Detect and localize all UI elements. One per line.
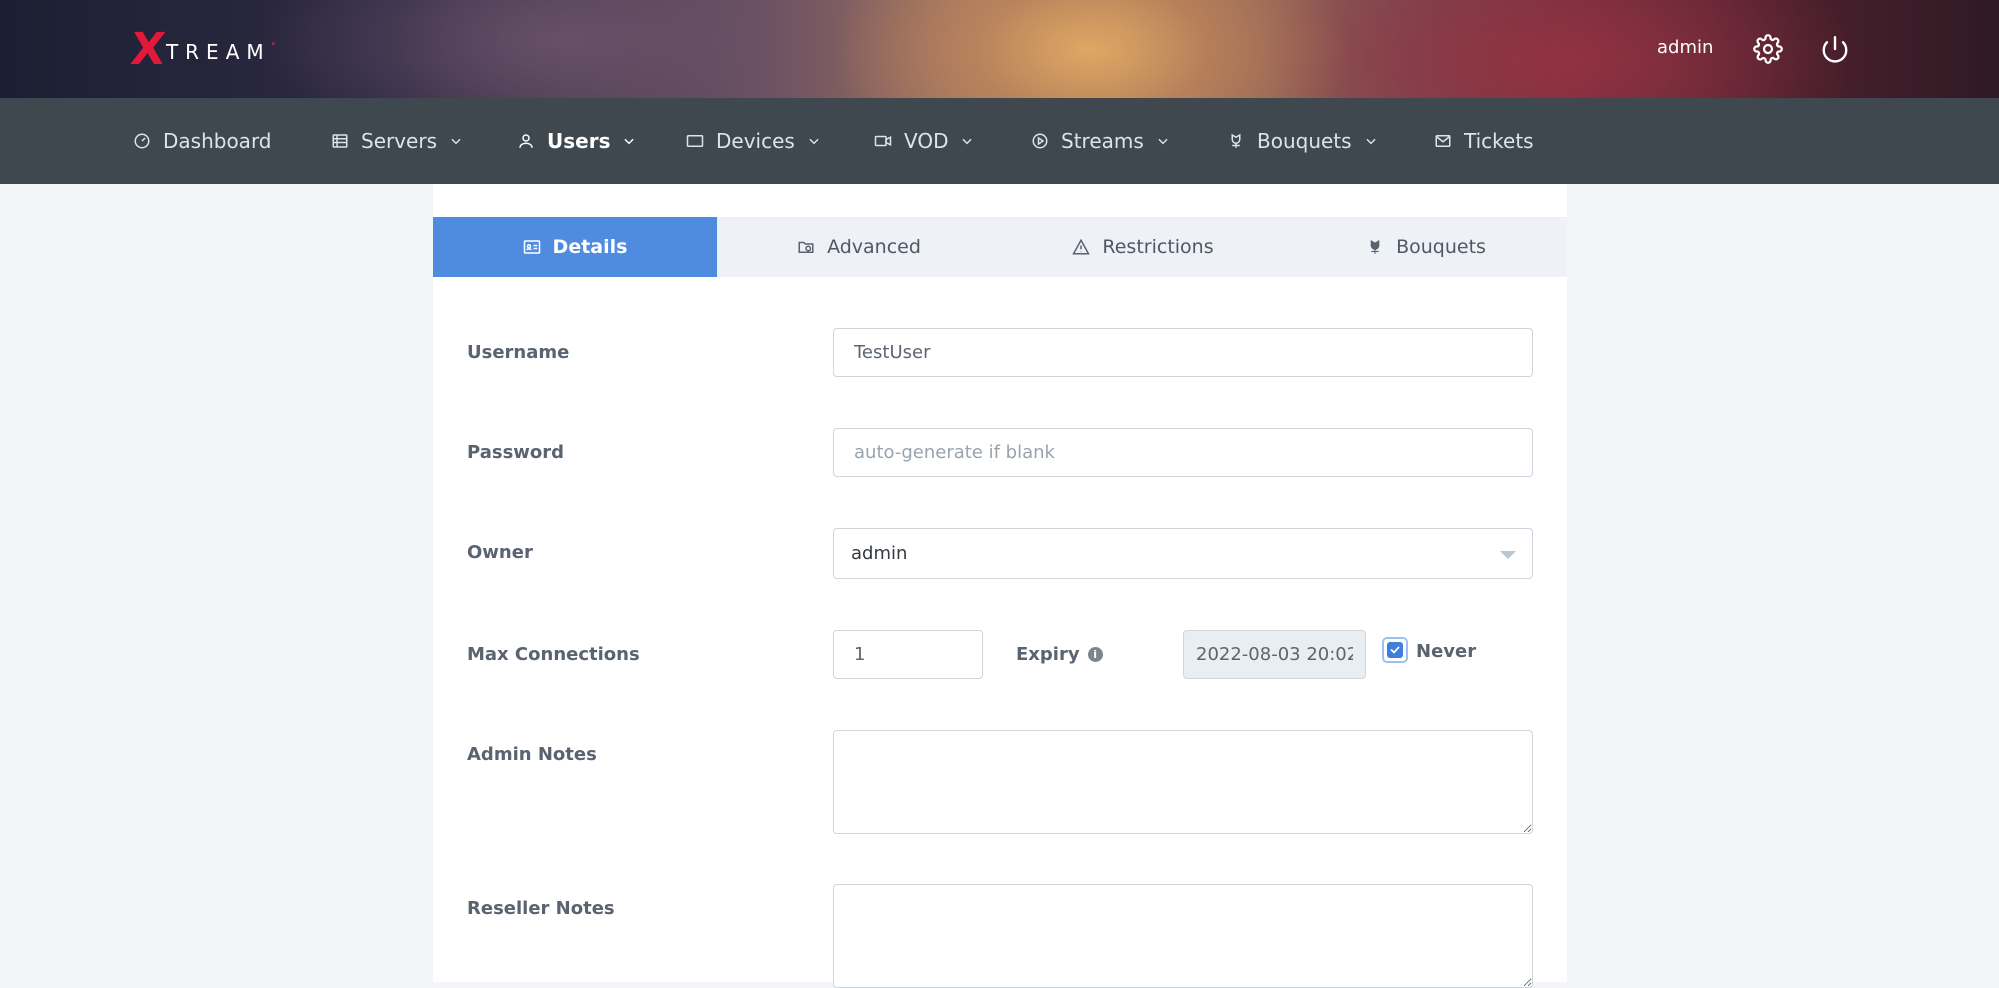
reseller-notes-textarea[interactable] xyxy=(833,884,1533,988)
chevron-down-icon xyxy=(960,134,974,148)
expiry-date-input[interactable] xyxy=(1183,630,1366,679)
user-form-card: Details Advanced Restrictions Bouquets U… xyxy=(433,184,1567,988)
nav-label-streams: Streams xyxy=(1061,129,1144,153)
nav-item-bouquets[interactable]: Bouquets xyxy=(1227,98,1378,184)
never-checkbox[interactable] xyxy=(1382,637,1408,663)
owner-selected-value: admin xyxy=(851,543,908,564)
tab-bouquets[interactable]: Bouquets xyxy=(1285,217,1567,277)
warning-icon xyxy=(1072,238,1091,256)
nav-label-vod: VOD xyxy=(904,129,949,153)
check-icon xyxy=(1390,646,1400,654)
flower-icon xyxy=(1366,238,1384,256)
nav-item-users[interactable]: Users xyxy=(517,98,636,184)
nav-label-dashboard: Dashboard xyxy=(163,129,272,153)
never-label[interactable]: Never xyxy=(1416,641,1476,662)
dropdown-arrow-icon xyxy=(1500,551,1516,559)
gear-icon[interactable] xyxy=(1753,34,1783,64)
reseller-notes-label: Reseller Notes xyxy=(467,898,615,919)
folder-icon xyxy=(797,238,815,256)
dashboard-icon xyxy=(133,132,151,150)
nav-label-tickets: Tickets xyxy=(1464,129,1534,153)
nav-item-streams[interactable]: Streams xyxy=(1031,98,1170,184)
max-connections-label: Max Connections xyxy=(467,644,640,665)
user-icon xyxy=(517,132,535,150)
chevron-down-icon xyxy=(1364,134,1378,148)
current-user-name[interactable]: admin xyxy=(1657,37,1713,58)
tab-label-details: Details xyxy=(552,236,628,258)
video-icon xyxy=(874,132,892,150)
mail-icon xyxy=(1434,132,1452,150)
tab-bar: Details Advanced Restrictions Bouquets xyxy=(433,217,1567,277)
nav-item-vod[interactable]: VOD xyxy=(874,98,974,184)
chevron-down-icon xyxy=(622,134,636,148)
play-icon xyxy=(1031,132,1049,150)
chevron-down-icon xyxy=(807,134,821,148)
username-input[interactable] xyxy=(833,328,1533,377)
expiry-label-text: Expiry xyxy=(1016,644,1080,665)
nav-label-bouquets: Bouquets xyxy=(1257,129,1352,153)
tab-label-bouquets: Bouquets xyxy=(1396,236,1486,258)
nav-item-servers[interactable]: Servers xyxy=(331,98,463,184)
max-connections-input[interactable] xyxy=(833,630,983,679)
expiry-label: Expiry i xyxy=(1016,644,1103,665)
top-banner: X TREAM • admin xyxy=(0,0,1999,98)
logo-text: TREAM xyxy=(165,40,271,64)
nav-label-servers: Servers xyxy=(361,129,438,153)
nav-label-users: Users xyxy=(547,129,611,153)
tab-label-advanced: Advanced xyxy=(827,236,921,258)
owner-select[interactable]: admin xyxy=(833,528,1533,579)
nav-item-tickets[interactable]: Tickets xyxy=(1434,98,1534,184)
logo-dot: • xyxy=(270,40,276,50)
tab-details[interactable]: Details xyxy=(433,217,717,277)
device-icon xyxy=(686,132,704,150)
flower-icon xyxy=(1227,132,1245,150)
logo-x-letter: X xyxy=(128,24,168,75)
servers-icon xyxy=(331,132,349,150)
nav-item-dashboard[interactable]: Dashboard xyxy=(133,98,272,184)
tab-restrictions[interactable]: Restrictions xyxy=(1001,217,1285,277)
power-icon[interactable] xyxy=(1820,34,1850,64)
checkbox-checked-state xyxy=(1387,642,1403,658)
tab-label-restrictions: Restrictions xyxy=(1102,236,1214,258)
id-card-icon xyxy=(523,238,541,256)
chevron-down-icon xyxy=(1156,134,1170,148)
nav-item-devices[interactable]: Devices xyxy=(686,98,821,184)
password-input[interactable] xyxy=(833,428,1533,477)
nav-label-devices: Devices xyxy=(716,129,795,153)
info-icon[interactable]: i xyxy=(1087,647,1103,662)
main-nav: Dashboard Servers Users Devices VOD Stre… xyxy=(0,98,1999,184)
username-label: Username xyxy=(467,342,570,363)
admin-notes-textarea[interactable] xyxy=(833,730,1533,834)
password-label: Password xyxy=(467,442,565,463)
xtream-logo[interactable]: X TREAM • xyxy=(128,24,276,75)
owner-label: Owner xyxy=(467,542,533,563)
admin-notes-label: Admin Notes xyxy=(467,744,597,765)
tab-advanced[interactable]: Advanced xyxy=(717,217,1001,277)
chevron-down-icon xyxy=(449,134,463,148)
